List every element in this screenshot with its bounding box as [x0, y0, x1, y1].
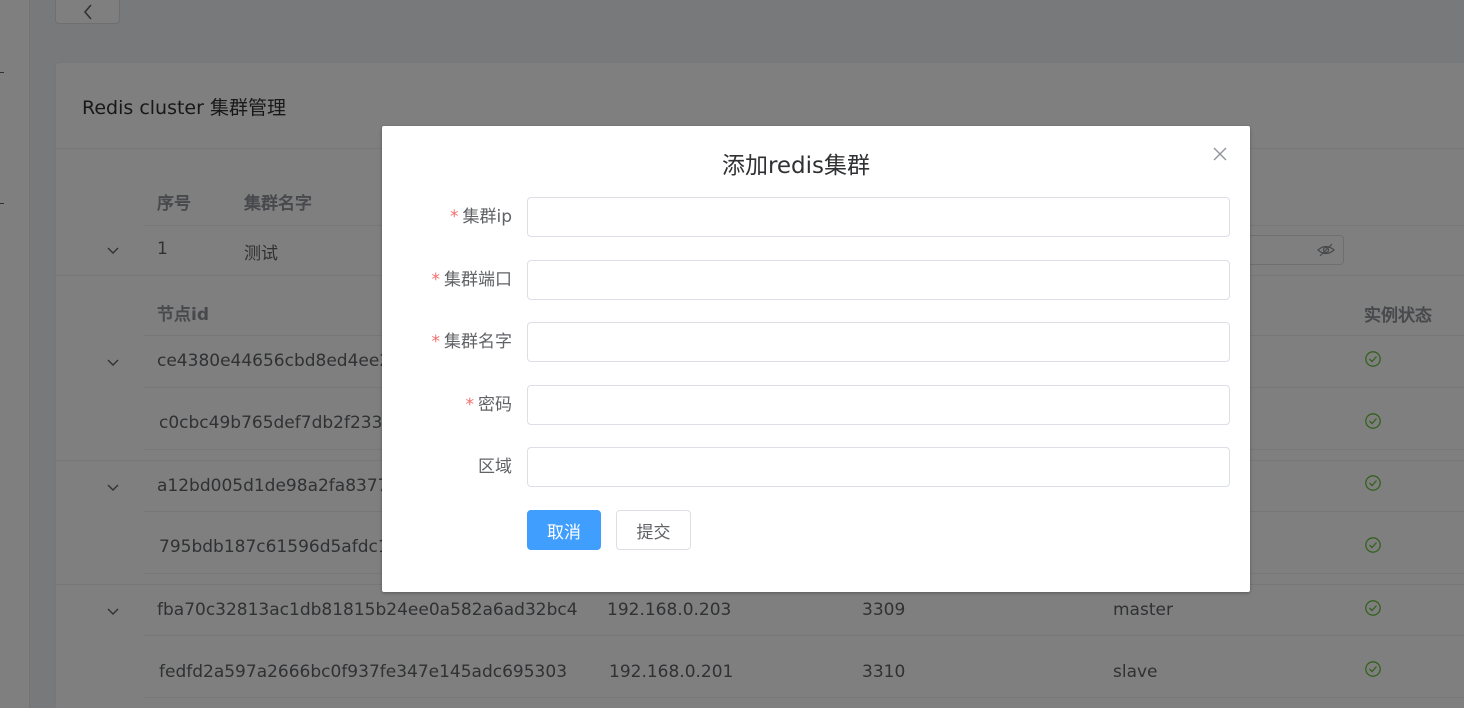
field-label-cluster-ip: 集群ip: [462, 207, 512, 227]
form-item-region: 区域: [382, 447, 1250, 487]
form-item-cluster-name: * 集群名字: [382, 322, 1250, 362]
cluster-ip-input[interactable]: [527, 197, 1230, 237]
field-label-region: 区域: [478, 457, 512, 477]
field-label-cluster-name: 集群名字: [444, 332, 512, 352]
form-label: * 集群ip: [450, 197, 512, 237]
add-cluster-dialog: 添加redis集群 * 集群ip * 集群端口 * 集群名字 * 密码 区域 取消 提交: [382, 126, 1250, 592]
form-label: 区域: [478, 447, 512, 487]
required-mark: *: [449, 207, 459, 227]
form-item-cluster-port: * 集群端口: [382, 260, 1250, 300]
region-input[interactable]: [527, 447, 1230, 487]
cluster-port-input[interactable]: [527, 260, 1230, 300]
required-mark: *: [431, 332, 441, 352]
required-mark: *: [431, 270, 441, 290]
submit-button[interactable]: 提交: [616, 510, 691, 550]
form-item-cluster-ip: * 集群ip: [382, 197, 1250, 237]
form-label: * 集群端口: [432, 260, 513, 300]
required-mark: *: [465, 395, 475, 415]
cluster-name-input[interactable]: [527, 322, 1230, 362]
form-label: * 密码: [466, 385, 513, 425]
close-icon[interactable]: [1212, 146, 1228, 162]
cancel-button[interactable]: 取消: [527, 510, 601, 550]
field-label-cluster-port: 集群端口: [444, 270, 512, 290]
dialog-title: 添加redis集群: [721, 153, 871, 179]
field-label-password: 密码: [478, 395, 512, 415]
form-item-password: * 密码: [382, 385, 1250, 425]
form-label: * 集群名字: [432, 322, 513, 362]
password-input[interactable]: [527, 385, 1230, 425]
